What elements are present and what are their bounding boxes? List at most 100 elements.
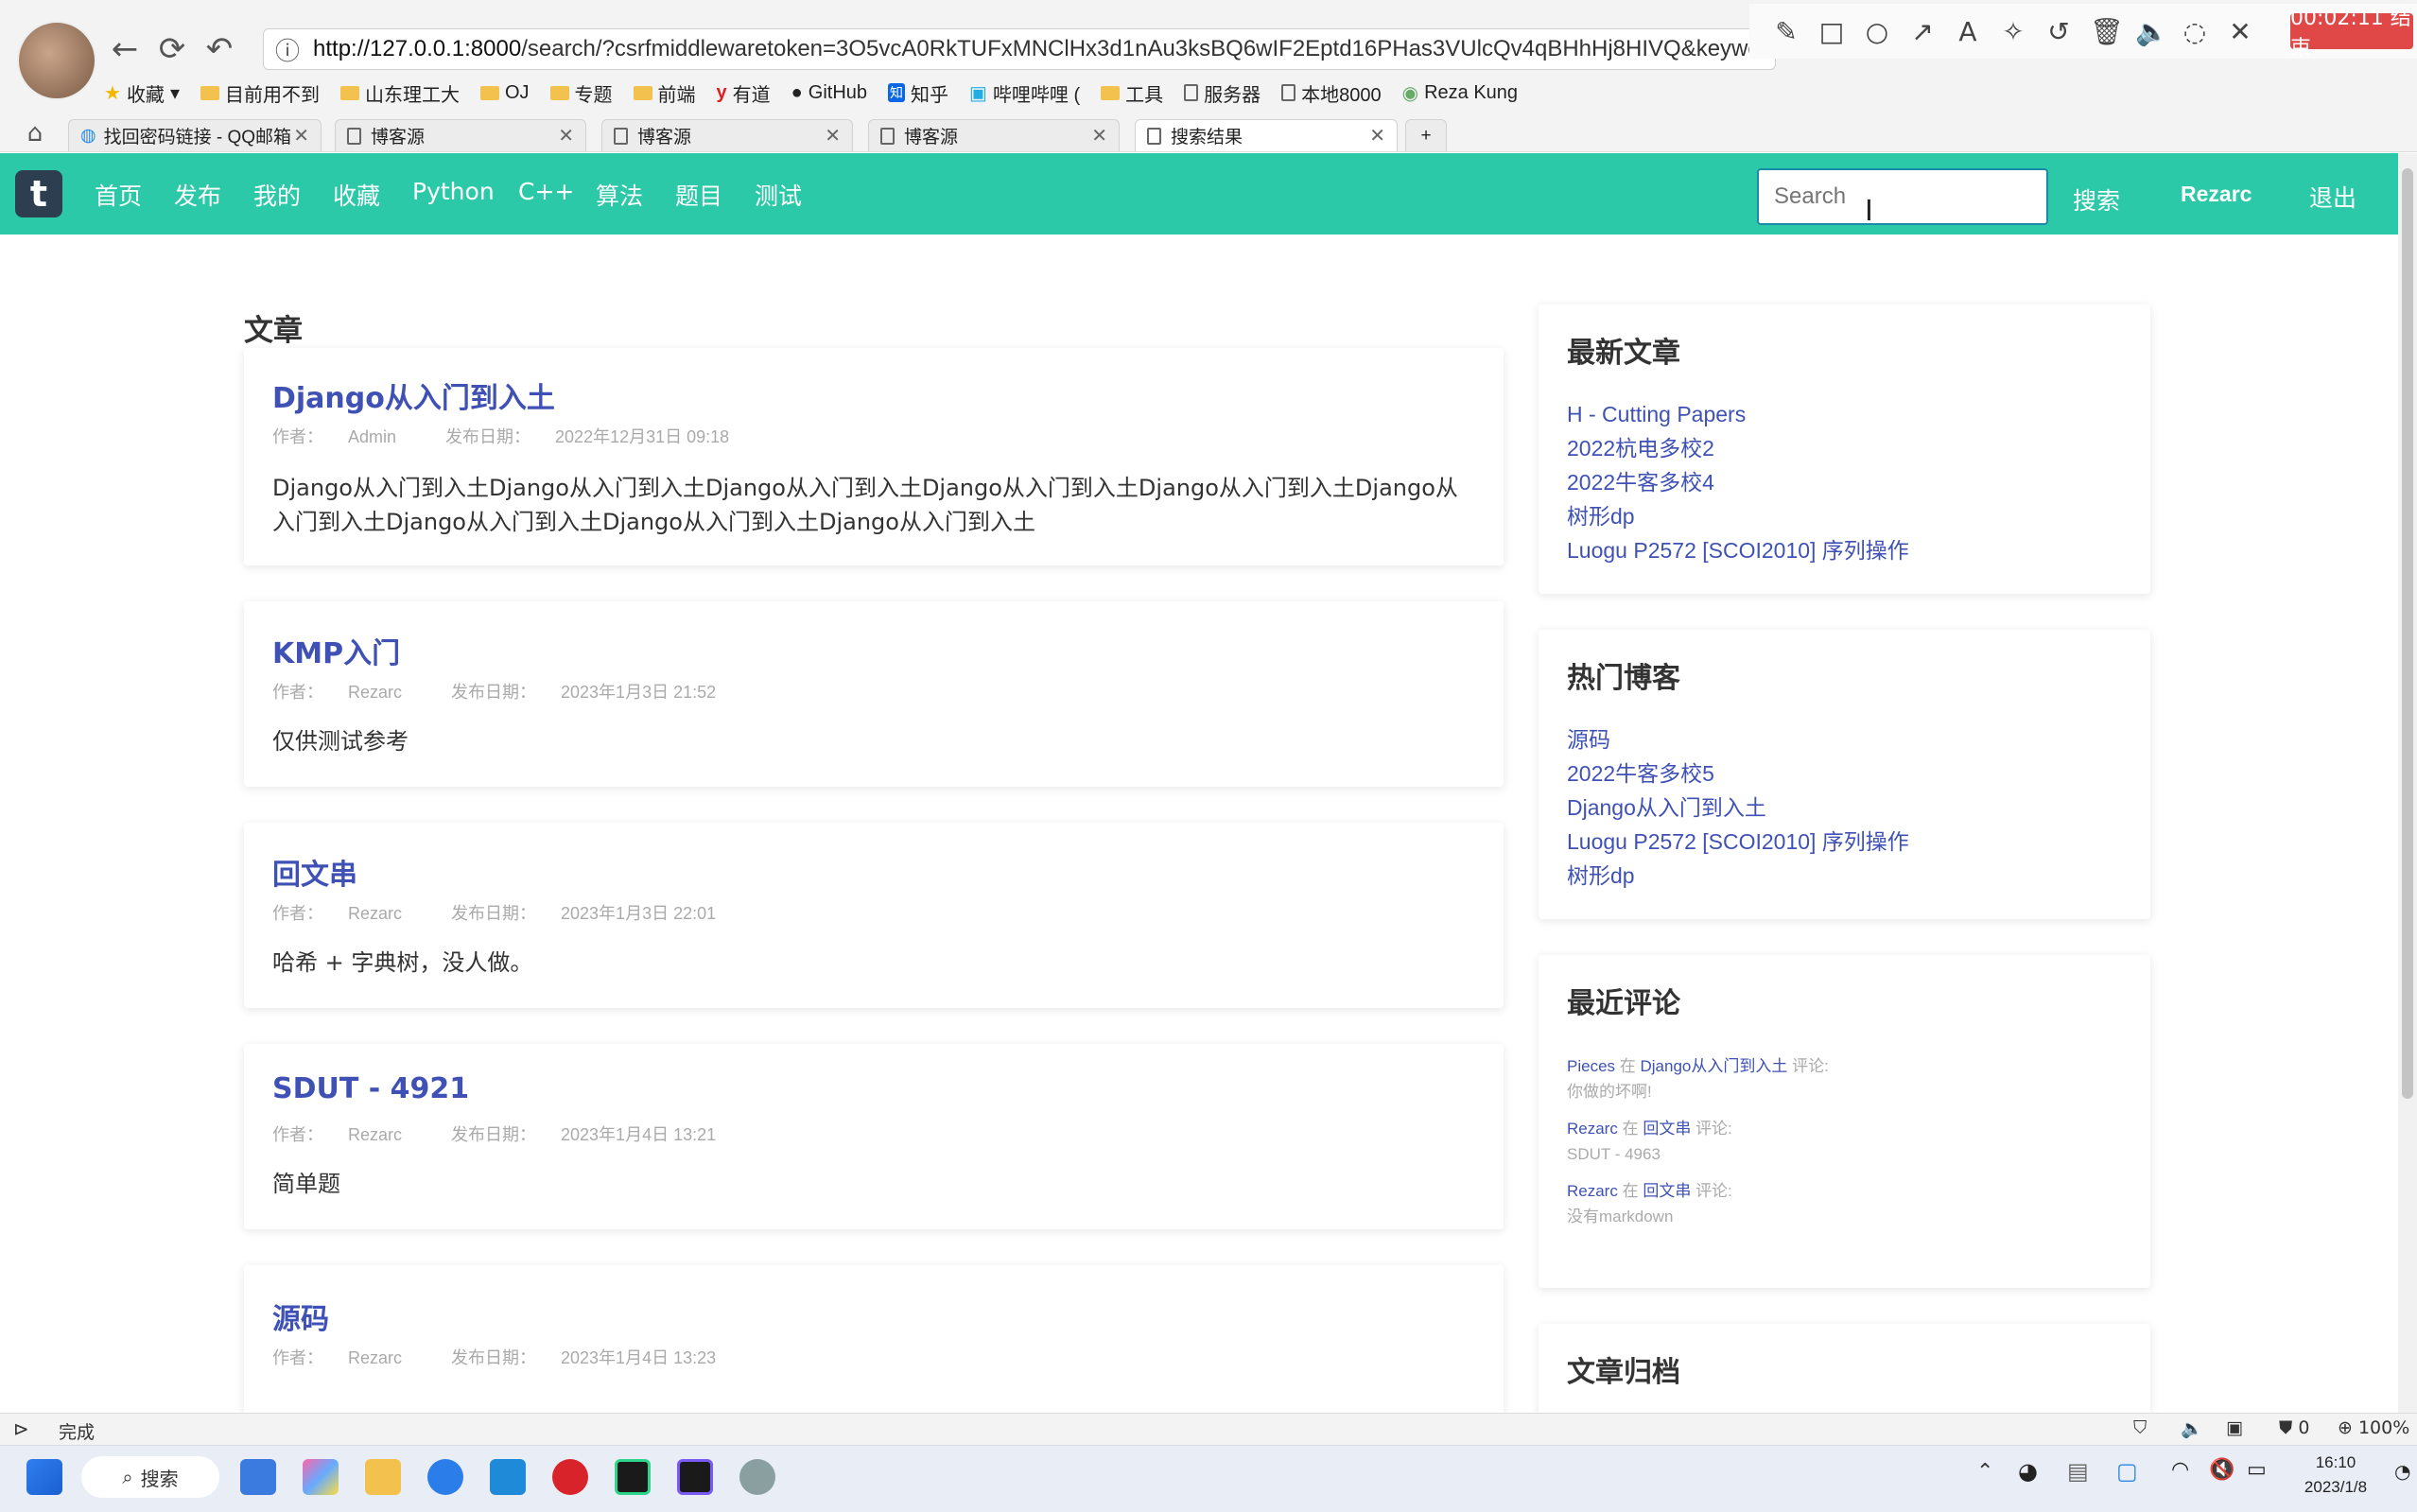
notification-icon[interactable]: ◔	[2394, 1460, 2410, 1483]
tab[interactable]: 博客源 ✕	[601, 119, 853, 151]
logout-link[interactable]: 退出	[2309, 180, 2356, 214]
wifi-icon[interactable]: ◠	[2171, 1458, 2189, 1482]
bookmark-github[interactable]: ● GitHub	[791, 82, 867, 104]
close-tab-icon[interactable]: ✕	[1091, 124, 1107, 148]
hot-blog-link[interactable]: 源码	[1567, 722, 1909, 756]
tray-app-icon[interactable]: ▤	[2067, 1458, 2089, 1485]
speaker-icon[interactable]: 🔈	[2135, 16, 2168, 47]
hot-blog-link[interactable]: 2022牛客多校5	[1567, 756, 1909, 791]
shield-icon[interactable]: ⛉	[2133, 1417, 2147, 1438]
browser-app-icon[interactable]	[427, 1459, 463, 1495]
circle-icon[interactable]: ○	[1863, 16, 1891, 47]
latest-article-link[interactable]: Luogu P2572 [SCOI2010] 序列操作	[1567, 533, 1909, 567]
arrow-icon[interactable]: ↗	[1908, 16, 1937, 47]
nav-favorites[interactable]: 收藏	[333, 178, 380, 212]
latest-article-link[interactable]: 2022杭电多校2	[1567, 431, 1909, 465]
mute-icon[interactable]: 🔇	[2209, 1458, 2234, 1482]
article-title-link[interactable]: Django从入门到入土	[272, 374, 555, 416]
article-title-link[interactable]: 源码	[272, 1295, 329, 1337]
nav-mine[interactable]: 我的	[253, 178, 301, 212]
tray-expand-icon[interactable]: ⌃	[1976, 1460, 1993, 1484]
windows-start-icon[interactable]	[26, 1459, 62, 1495]
netease-music-icon[interactable]	[552, 1459, 588, 1495]
latest-article-link[interactable]: H - Cutting Papers	[1567, 397, 1909, 431]
nav-home[interactable]: 首页	[95, 178, 142, 212]
comment-user-link[interactable]: Rezarc	[1567, 1120, 1618, 1138]
search-input[interactable]	[1757, 168, 2048, 225]
bookmark-folder[interactable]: OJ	[479, 82, 530, 104]
terminal-app-icon[interactable]	[240, 1459, 276, 1495]
sidebar-toggle-icon[interactable]: ⊳	[13, 1417, 29, 1440]
tray-blue-icon[interactable]: ▢	[2116, 1458, 2138, 1485]
undo-tool-icon[interactable]: ↺	[2044, 16, 2073, 47]
bookmark-folder[interactable]: 专题	[549, 79, 613, 107]
tab[interactable]: ◍ 找回密码链接 - QQ邮箱 ✕	[68, 119, 322, 151]
pycharm-icon[interactable]	[615, 1459, 651, 1495]
close-icon[interactable]: ✕	[2226, 16, 2254, 47]
profile-avatar[interactable]	[17, 21, 96, 100]
magic-icon[interactable]: ✧	[1999, 16, 2027, 47]
article-title-link[interactable]: SDUT - 4921	[272, 1072, 469, 1105]
comment-article-link[interactable]: Django从入门到入土	[1641, 1057, 1788, 1075]
bookmark-page[interactable]: 本地8000	[1281, 79, 1382, 107]
adblock-indicator[interactable]: ⛊ 0	[2279, 1417, 2309, 1438]
tab[interactable]: 博客源 ✕	[335, 119, 586, 151]
close-tab-icon[interactable]: ✕	[825, 124, 841, 148]
reload-icon[interactable]: ⟳	[151, 28, 193, 70]
site-info-icon[interactable]: ⓘ	[275, 32, 300, 67]
comment-user-link[interactable]: Pieces	[1567, 1057, 1615, 1075]
hot-blog-link[interactable]: Luogu P2572 [SCOI2010] 序列操作	[1567, 825, 1909, 859]
qq-icon[interactable]: ◕	[2018, 1458, 2038, 1485]
latest-article-link[interactable]: 2022牛客多校4	[1567, 465, 1909, 499]
latest-article-link[interactable]: 树形dp	[1567, 499, 1909, 533]
bookmark-page[interactable]: 服务器	[1184, 79, 1261, 107]
nav-algorithm[interactable]: 算法	[596, 178, 643, 212]
comment-article-link[interactable]: 回文串	[1643, 1120, 1691, 1138]
scrollbar-thumb[interactable]	[2402, 168, 2413, 1099]
mic-off-icon[interactable]: ◌	[2181, 16, 2209, 47]
bookmark-folder[interactable]: 目前用不到	[200, 79, 320, 107]
text-icon[interactable]: A	[1954, 16, 1982, 47]
nav-problems[interactable]: 题目	[675, 178, 722, 212]
extension-icon[interactable]: ▣	[2226, 1417, 2243, 1438]
datagrip-icon[interactable]	[677, 1459, 713, 1495]
nav-publish[interactable]: 发布	[174, 178, 221, 212]
tab-active[interactable]: 搜索结果 ✕	[1135, 119, 1398, 151]
bookmark-reza[interactable]: ◉ Reza Kung	[1402, 81, 1518, 105]
rectangle-icon[interactable]: □	[1817, 16, 1846, 47]
hot-blog-link[interactable]: Django从入门到入土	[1567, 791, 1909, 825]
file-explorer-icon[interactable]	[365, 1459, 401, 1495]
vscode-icon[interactable]	[490, 1459, 526, 1495]
back-icon[interactable]: ←	[104, 28, 146, 70]
bookmark-zhihu[interactable]: 知知乎	[888, 79, 948, 107]
color-app-icon[interactable]	[303, 1459, 339, 1495]
nav-test[interactable]: 测试	[755, 178, 802, 212]
zoom-indicator[interactable]: ⊕ 100%	[2338, 1417, 2409, 1438]
address-bar[interactable]: ⓘ http://127.0.0.1:8000/search/?csrfmidd…	[263, 28, 1776, 70]
pen-icon[interactable]: ✎	[1772, 16, 1800, 47]
close-tab-icon[interactable]: ✕	[293, 124, 309, 148]
taskbar-search[interactable]: ⌕ 搜索	[81, 1456, 219, 1498]
home-icon[interactable]: ⌂	[17, 115, 53, 151]
tab[interactable]: 博客源 ✕	[868, 119, 1120, 151]
nav-python[interactable]: Python	[412, 178, 495, 205]
bookmark-folder[interactable]: 前端	[633, 79, 696, 107]
article-title-link[interactable]: 回文串	[272, 851, 357, 893]
undo-icon[interactable]: ↶	[199, 28, 240, 70]
nav-cpp[interactable]: C++	[518, 178, 574, 205]
bookmark-favorites[interactable]: ★ 收藏 ▾	[104, 79, 180, 107]
volume-icon[interactable]: 🔈	[2181, 1417, 2203, 1439]
bookmark-youdao[interactable]: y 有道	[717, 79, 771, 107]
taskbar-clock[interactable]: 16:10 2023/1/8	[2288, 1451, 2383, 1500]
hot-blog-link[interactable]: 树形dp	[1567, 859, 1909, 893]
bookmark-folder[interactable]: 山东理工大	[339, 79, 460, 107]
new-tab-button[interactable]: +	[1405, 119, 1447, 151]
trash-icon[interactable]: 🗑	[2090, 16, 2124, 47]
comment-article-link[interactable]: 回文串	[1643, 1182, 1691, 1200]
close-tab-icon[interactable]: ✕	[1369, 124, 1385, 148]
close-tab-icon[interactable]: ✕	[558, 124, 574, 148]
bookmark-bilibili[interactable]: ▣ 哔哩哔哩 (	[969, 79, 1080, 107]
comment-user-link[interactable]: Rezarc	[1567, 1182, 1618, 1200]
article-title-link[interactable]: KMP入门	[272, 630, 400, 671]
user-menu[interactable]: Rezarc	[2181, 182, 2252, 207]
